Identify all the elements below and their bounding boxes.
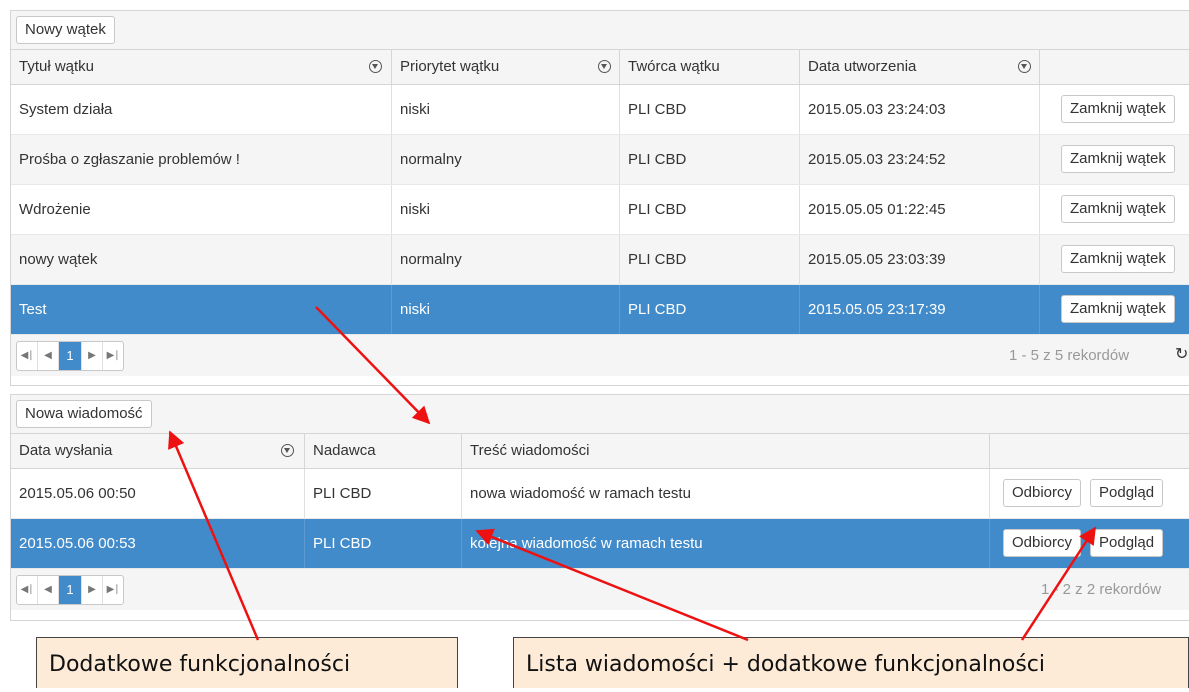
col-actions <box>989 434 1189 468</box>
col-sent-date-label: Data wysłania <box>19 442 113 459</box>
close-thread-button[interactable]: Zamknij wątek <box>1061 145 1175 173</box>
filter-icon[interactable] <box>598 60 611 73</box>
threads-toolbar: Nowy wątek <box>11 11 1189 50</box>
col-sender-label: Nadawca <box>313 442 376 459</box>
record-count: 1 - 2 z 2 rekordów <box>1041 581 1162 598</box>
thread-priority: niski <box>391 285 619 334</box>
col-content[interactable]: Treść wiadomości <box>461 434 989 468</box>
thread-creator: PLI CBD <box>619 285 799 334</box>
thread-creator: PLI CBD <box>619 185 799 234</box>
close-thread-button[interactable]: Zamknij wątek <box>1061 195 1175 223</box>
new-message-button[interactable]: Nowa wiadomość <box>16 400 152 428</box>
message-actions: Odbiorcy Podgląd <box>989 469 1189 518</box>
thread-priority: normalny <box>391 135 619 184</box>
prev-page-icon[interactable]: ◀ <box>38 342 59 370</box>
messages-header: Data wysłania Nadawca Treść wiadomości <box>11 434 1189 469</box>
recipients-button[interactable]: Odbiorcy <box>1003 529 1082 557</box>
message-sent: 2015.05.06 00:53 <box>19 535 136 552</box>
thread-created: 2015.05.05 23:03:39 <box>799 235 1039 284</box>
table-row[interactable]: Wdrożenie niski PLI CBD 2015.05.05 01:22… <box>11 185 1189 235</box>
close-thread-button[interactable]: Zamknij wątek <box>1061 245 1175 273</box>
thread-actions: Zamknij wątek <box>1039 285 1189 334</box>
col-sender[interactable]: Nadawca <box>304 434 461 468</box>
thread-creator: PLI CBD <box>619 235 799 284</box>
filter-icon[interactable] <box>1018 60 1031 73</box>
preview-button[interactable]: Podgląd <box>1090 529 1164 557</box>
table-row[interactable]: System działa niski PLI CBD 2015.05.03 2… <box>11 85 1189 135</box>
message-sender: PLI CBD <box>304 469 461 518</box>
thread-title: nowy wątek <box>19 251 98 268</box>
close-thread-button[interactable]: Zamknij wątek <box>1061 95 1175 123</box>
first-page-icon[interactable]: ◀∣ <box>17 576 38 604</box>
threads-grid: Nowy wątek Tytuł wątku Priorytet wątku T… <box>10 10 1189 386</box>
last-page-icon[interactable]: ▶∣ <box>103 576 123 604</box>
thread-title: Wdrożenie <box>19 201 91 218</box>
pagination: ◀∣ ◀ 1 ▶ ▶∣ <box>16 341 124 371</box>
next-page-icon[interactable]: ▶ <box>82 342 103 370</box>
col-created-label: Data utworzenia <box>808 58 917 75</box>
col-priority-label: Priorytet wątku <box>400 58 500 75</box>
col-priority[interactable]: Priorytet wątku <box>391 50 619 84</box>
col-thread-title[interactable]: Tytuł wątku <box>11 50 391 84</box>
thread-title: Test <box>19 301 47 318</box>
col-sent-date[interactable]: Data wysłania <box>11 434 304 468</box>
next-page-icon[interactable]: ▶ <box>82 576 103 604</box>
preview-button[interactable]: Podgląd <box>1090 479 1164 507</box>
table-row-selected[interactable]: 2015.05.06 00:53 PLI CBD kolejna wiadomo… <box>11 519 1189 569</box>
col-thread-title-label: Tytuł wątku <box>19 58 95 75</box>
table-row-selected[interactable]: Test niski PLI CBD 2015.05.05 23:17:39 Z… <box>11 285 1189 335</box>
message-content: nowa wiadomość w ramach testu <box>461 469 989 518</box>
current-page[interactable]: 1 <box>59 342 82 370</box>
col-creator[interactable]: Twórca wątku <box>619 50 799 84</box>
thread-creator: PLI CBD <box>619 85 799 134</box>
col-created[interactable]: Data utworzenia <box>799 50 1039 84</box>
threads-header: Tytuł wątku Priorytet wątku Twórca wątku… <box>11 50 1189 85</box>
thread-creator: PLI CBD <box>619 135 799 184</box>
annotation-right: Lista wiadomości + dodatkowe funkcjonaln… <box>513 637 1189 688</box>
col-creator-label: Twórca wątku <box>628 58 720 75</box>
thread-actions: Zamknij wątek <box>1039 185 1189 234</box>
annotation-left: Dodatkowe funkcjonalności <box>36 637 458 688</box>
message-content: kolejna wiadomość w ramach testu <box>461 519 989 568</box>
filter-icon[interactable] <box>281 444 294 457</box>
thread-created: 2015.05.03 23:24:52 <box>799 135 1039 184</box>
thread-priority: normalny <box>391 235 619 284</box>
thread-created: 2015.05.05 23:17:39 <box>799 285 1039 334</box>
last-page-icon[interactable]: ▶∣ <box>103 342 123 370</box>
thread-priority: niski <box>391 185 619 234</box>
message-sent: 2015.05.06 00:50 <box>19 485 136 502</box>
thread-title: System działa <box>19 101 113 118</box>
message-sender: PLI CBD <box>304 519 461 568</box>
thread-created: 2015.05.05 01:22:45 <box>799 185 1039 234</box>
threads-pager: ◀∣ ◀ 1 ▶ ▶∣ 1 - 5 z 5 rekordów ↻ <box>11 335 1189 376</box>
recipients-button[interactable]: Odbiorcy <box>1003 479 1082 507</box>
messages-toolbar: Nowa wiadomość <box>11 395 1189 434</box>
record-count: 1 - 5 z 5 rekordów <box>1009 347 1130 364</box>
first-page-icon[interactable]: ◀∣ <box>17 342 38 370</box>
thread-created: 2015.05.03 23:24:03 <box>799 85 1039 134</box>
table-row[interactable]: Prośba o zgłaszanie problemów ! normalny… <box>11 135 1189 185</box>
col-content-label: Treść wiadomości <box>470 442 590 459</box>
filter-icon[interactable] <box>369 60 382 73</box>
refresh-icon[interactable]: ↻ <box>1175 344 1188 364</box>
col-actions <box>1039 50 1189 84</box>
thread-actions: Zamknij wątek <box>1039 235 1189 284</box>
current-page[interactable]: 1 <box>59 576 82 604</box>
thread-actions: Zamknij wątek <box>1039 135 1189 184</box>
thread-actions: Zamknij wątek <box>1039 85 1189 134</box>
thread-title: Prośba o zgłaszanie problemów ! <box>19 151 240 168</box>
table-row[interactable]: nowy wątek normalny PLI CBD 2015.05.05 2… <box>11 235 1189 285</box>
messages-pager: ◀∣ ◀ 1 ▶ ▶∣ 1 - 2 z 2 rekordów <box>11 569 1189 610</box>
table-row[interactable]: 2015.05.06 00:50 PLI CBD nowa wiadomość … <box>11 469 1189 519</box>
close-thread-button[interactable]: Zamknij wątek <box>1061 295 1175 323</box>
pagination: ◀∣ ◀ 1 ▶ ▶∣ <box>16 575 124 605</box>
new-thread-button[interactable]: Nowy wątek <box>16 16 115 44</box>
prev-page-icon[interactable]: ◀ <box>38 576 59 604</box>
message-actions: Odbiorcy Podgląd <box>989 519 1189 568</box>
messages-grid: Nowa wiadomość Data wysłania Nadawca Tre… <box>10 394 1189 621</box>
thread-priority: niski <box>391 85 619 134</box>
